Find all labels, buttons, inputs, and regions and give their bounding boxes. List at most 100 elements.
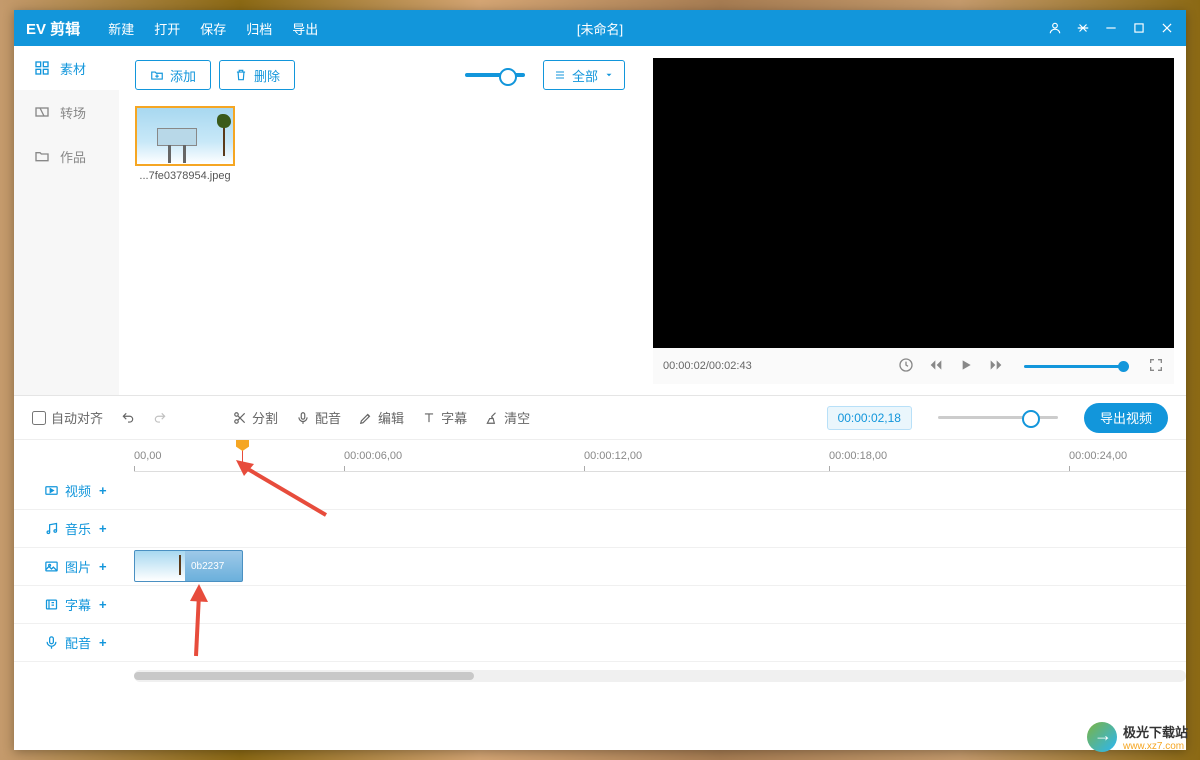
thumbnail-size-slider[interactable] [465, 73, 525, 77]
chevron-down-icon [604, 70, 614, 80]
track-label-dub: 配音 [65, 633, 91, 652]
player-time: 00:00:02/00:02:43 [663, 360, 752, 372]
maximize-icon[interactable] [1132, 21, 1146, 35]
sidebar-label-works: 作品 [60, 147, 86, 166]
menu-open[interactable]: 打开 [154, 19, 180, 38]
image-icon [44, 559, 59, 574]
track-label-image: 图片 [65, 557, 91, 576]
media-items: ...7fe0378954.jpeg [135, 106, 625, 182]
sidebar-tab-material[interactable]: 素材 [14, 46, 119, 90]
split-button[interactable]: 分割 [233, 408, 278, 427]
minimize-icon[interactable] [1104, 21, 1118, 35]
loop-button[interactable] [898, 357, 914, 376]
media-thumbnail [135, 106, 235, 166]
ruler-tick: 00:00:06,00 [344, 450, 402, 462]
clip-label: 0b2237 [185, 561, 230, 572]
playhead[interactable] [242, 440, 243, 472]
watermark-name: 极光下载站 [1123, 722, 1188, 741]
rewind-button[interactable] [928, 357, 944, 376]
settings-icon[interactable] [1076, 21, 1090, 35]
tracks-area: 视频 + 音乐 + 图片 [14, 472, 1186, 750]
video-icon [44, 483, 59, 498]
ruler-tick: 00:00:12,00 [584, 450, 642, 462]
play-button[interactable] [958, 357, 974, 376]
undo-button[interactable] [121, 411, 135, 425]
add-music-track[interactable]: + [99, 521, 107, 536]
timeline-zoom-slider[interactable] [938, 416, 1058, 419]
ruler-tick: 00:00:24,00 [1069, 450, 1127, 462]
menu-archive[interactable]: 归档 [246, 19, 272, 38]
image-track-content[interactable]: 0b2237 [134, 548, 1186, 585]
edit-icon [359, 411, 373, 425]
transition-icon [34, 104, 50, 120]
auto-align-checkbox[interactable]: 自动对齐 [32, 408, 103, 427]
main-area: 素材 转场 作品 添加 删除 [14, 46, 1186, 396]
watermark-url: www.xz7.com [1123, 741, 1188, 752]
add-image-track[interactable]: + [99, 559, 107, 574]
forward-button[interactable] [988, 357, 1004, 376]
add-folder-icon [150, 68, 164, 82]
fullscreen-button[interactable] [1148, 357, 1164, 376]
scrollbar-thumb[interactable] [134, 672, 474, 680]
window-title: [未命名] [577, 19, 623, 38]
track-subtitle: 字幕 + [14, 586, 1186, 624]
sidebar-tab-works[interactable]: 作品 [14, 134, 119, 178]
dub-button[interactable]: 配音 [296, 408, 341, 427]
track-dub: 配音 + [14, 624, 1186, 662]
sidebar-tab-transition[interactable]: 转场 [14, 90, 119, 134]
text-icon [422, 411, 436, 425]
video-track-content[interactable] [134, 472, 1186, 509]
undo-icon [121, 411, 135, 425]
trash-icon [234, 68, 248, 82]
preview-panel: 00:00:02/00:02:43 [641, 46, 1186, 395]
sidebar-label-material: 素材 [60, 59, 86, 78]
user-icon[interactable] [1048, 21, 1062, 35]
track-label-music: 音乐 [65, 519, 91, 538]
media-filename: ...7fe0378954.jpeg [135, 170, 235, 182]
subtitle-track-content[interactable] [134, 586, 1186, 623]
edit-button[interactable]: 编辑 [359, 408, 404, 427]
menu-save[interactable]: 保存 [200, 19, 226, 38]
delete-button[interactable]: 删除 [219, 60, 295, 90]
subtitle-icon [44, 597, 59, 612]
folder-icon [34, 148, 50, 164]
scissors-icon [233, 411, 247, 425]
add-dub-track[interactable]: + [99, 635, 107, 650]
clear-button[interactable]: 清空 [485, 408, 530, 427]
video-canvas[interactable] [653, 58, 1174, 348]
timeline-section: 自动对齐 分割 配音 编辑 字幕 清空 00:00:02,18 导出视频 00,… [14, 396, 1186, 750]
track-image: 图片 + 0b2237 [14, 548, 1186, 586]
filter-dropdown[interactable]: 全部 [543, 60, 625, 90]
close-icon[interactable] [1160, 21, 1174, 35]
ruler-row: 00,00 00:00:06,00 00:00:12,00 00:00:18,0… [14, 440, 1186, 472]
export-video-button[interactable]: 导出视频 [1084, 403, 1168, 433]
timeline-scrollbar [14, 670, 1186, 682]
add-button[interactable]: 添加 [135, 60, 211, 90]
watermark: 极光下载站 www.xz7.com [1087, 722, 1188, 752]
media-item[interactable]: ...7fe0378954.jpeg [135, 106, 235, 182]
redo-icon [153, 411, 167, 425]
add-video-track[interactable]: + [99, 483, 107, 498]
volume-slider[interactable] [1024, 365, 1124, 368]
dub-icon [44, 635, 59, 650]
media-toolbar: 添加 删除 全部 [135, 60, 625, 90]
subtitle-button[interactable]: 字幕 [422, 408, 467, 427]
add-subtitle-track[interactable]: + [99, 597, 107, 612]
left-sidebar: 素材 转场 作品 [14, 46, 119, 395]
dub-track-content[interactable] [134, 624, 1186, 661]
player-controls: 00:00:02/00:02:43 [653, 348, 1174, 384]
title-bar: EV 剪辑 新建 打开 保存 归档 导出 [未命名] [14, 10, 1186, 46]
grid-icon [34, 60, 50, 76]
image-clip[interactable]: 0b2237 [134, 550, 243, 582]
menu-export[interactable]: 导出 [292, 19, 318, 38]
app-window: EV 剪辑 新建 打开 保存 归档 导出 [未命名] 素材 转场 [14, 10, 1186, 750]
menu-new[interactable]: 新建 [108, 19, 134, 38]
track-music: 音乐 + [14, 510, 1186, 548]
time-ruler[interactable]: 00,00 00:00:06,00 00:00:12,00 00:00:18,0… [134, 440, 1186, 472]
timeline-timecode: 00:00:02,18 [827, 406, 912, 430]
media-panel: 添加 删除 全部 ... [119, 46, 641, 395]
music-track-content[interactable] [134, 510, 1186, 547]
redo-button[interactable] [153, 411, 167, 425]
watermark-logo [1087, 722, 1117, 752]
mic-icon [296, 411, 310, 425]
